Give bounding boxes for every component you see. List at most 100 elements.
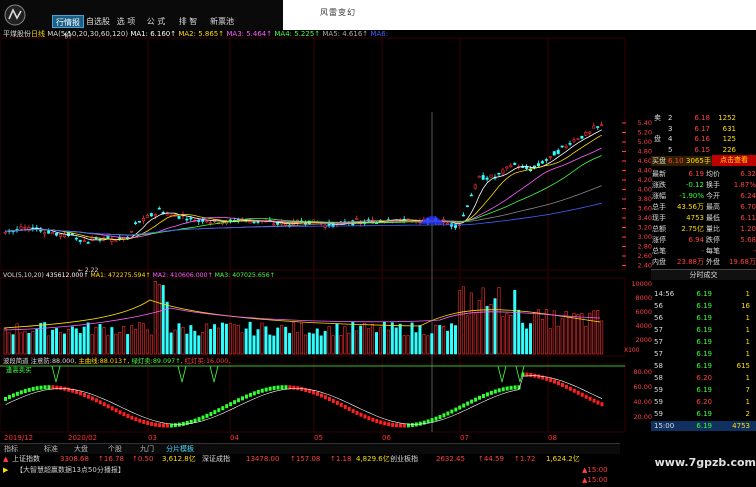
vol-ma1: MA1: 472275.594↑	[90, 272, 151, 279]
candle-body	[23, 226, 27, 229]
indicator-block	[205, 413, 209, 418]
volume-bar	[256, 329, 260, 355]
quote-value: 5.68	[740, 236, 756, 244]
volume-bar	[536, 309, 540, 355]
chart-canvas[interactable]: 5.40 5.205.00 4.804.60 4.404.20 4.003.80 3.60…	[0, 0, 756, 487]
volume-bar	[15, 323, 19, 355]
tick-volume: 615	[736, 362, 750, 370]
candle-body	[600, 124, 604, 127]
candle-body	[43, 232, 47, 235]
tick-price: 6.19	[696, 290, 712, 298]
volume-bar	[110, 327, 114, 355]
index1-name[interactable]: 上证指数	[12, 454, 40, 465]
quote-value: 1.87%	[733, 181, 756, 189]
volume-bar	[244, 328, 248, 355]
volume-bar	[564, 311, 568, 355]
indicator-block	[237, 398, 241, 403]
indicator-block	[280, 385, 284, 390]
indicator-block	[130, 415, 134, 420]
volume-tick-label: 4000	[635, 322, 652, 330]
indicator-block	[576, 390, 580, 395]
indicator-block	[268, 386, 272, 391]
candle-body	[580, 135, 584, 139]
index1-change: ↑16.78	[98, 455, 124, 463]
volume-bar	[220, 322, 224, 355]
volume-bar	[248, 321, 252, 355]
volume-bar	[513, 289, 517, 355]
index2-name[interactable]: 深证成指	[202, 454, 230, 465]
ask-price: 6.15	[694, 145, 710, 154]
tick-price: 6.19	[696, 422, 712, 430]
volume-bar	[102, 327, 106, 355]
quote-value: -1.90%	[679, 192, 704, 200]
indicator-block	[446, 411, 450, 416]
tick-time: 14:56	[654, 290, 675, 298]
volume-unit-label: X100	[624, 347, 640, 354]
ma-line	[5, 129, 602, 241]
news-text[interactable]: 【大智慧超赢数据13点50分播报】	[16, 465, 125, 476]
indicator-block	[588, 396, 592, 401]
date-label: 03	[148, 434, 157, 442]
volume-bar	[23, 330, 27, 355]
quote-value: -0.12	[685, 181, 704, 189]
indicator-block	[150, 421, 154, 426]
index1-value: 3308.68	[60, 455, 89, 463]
click-view-button[interactable]: 点击查看	[712, 155, 756, 166]
ask-level: 5	[668, 145, 673, 154]
candle-body	[588, 131, 592, 134]
quote-value: 19.68万	[728, 258, 756, 266]
date-label: 08	[548, 434, 557, 442]
ask-level: 2	[668, 114, 673, 122]
volume-bar	[422, 334, 426, 355]
volume-bar	[272, 335, 276, 355]
tick-list-header[interactable]: 分时成交	[651, 269, 756, 280]
volume-bar	[58, 332, 62, 355]
indicator-b-label: 主曲线:	[78, 357, 100, 365]
ask-price: 6.17	[694, 124, 710, 133]
index3-name[interactable]: 创业板指	[390, 454, 418, 465]
indicator-block	[466, 401, 470, 406]
volume-bar	[323, 330, 327, 355]
candle-body	[568, 143, 572, 145]
indicator-tick-label: 40.00	[633, 398, 652, 406]
tick-price: 6.20	[696, 374, 712, 382]
indicator-block	[173, 423, 177, 428]
candle-body	[51, 232, 55, 235]
volume-bar	[47, 335, 51, 355]
indicator-block	[146, 421, 150, 426]
tick-price: 6.19	[696, 302, 712, 310]
volume-bar	[469, 292, 473, 355]
volume-bar	[390, 322, 394, 355]
indicator-tick-label: 80.00	[633, 368, 652, 376]
tick-price: 6.19	[696, 410, 712, 418]
ask-volume: 631	[722, 124, 736, 133]
tick-time: 56	[654, 314, 663, 322]
volume-bar	[493, 298, 497, 355]
tick-time: 58	[654, 374, 663, 382]
candle-body	[185, 218, 189, 221]
volume-bar	[74, 328, 78, 355]
indicator-block	[410, 423, 414, 428]
news-bar[interactable]: ▶ 【大智慧超赢数据13点50分播报】	[0, 465, 620, 476]
indicator-block	[134, 417, 138, 422]
bottom-right-times: ▲15:00 ▲15:00	[582, 464, 622, 487]
indicator-block	[43, 385, 47, 390]
indicator-a-value: 88.000,	[51, 357, 77, 365]
candle-body	[284, 223, 288, 226]
vol-ma3: MA3: 407025.656↑	[214, 272, 275, 279]
indicator-block	[47, 385, 51, 390]
indicator-block	[572, 388, 576, 393]
volume-bar	[532, 312, 536, 355]
candle-body	[248, 221, 252, 224]
news-bullet-icon: ▶	[3, 466, 9, 474]
date-label: 2020/02	[68, 434, 98, 442]
candle-body	[497, 172, 501, 175]
price-tick-label: 3.40	[638, 214, 652, 222]
volume-bar	[43, 322, 47, 355]
quote-label: 最高	[706, 203, 720, 211]
volume-bar	[19, 332, 23, 355]
price-tick-label: 2.80	[638, 243, 652, 251]
volume-bar	[327, 325, 331, 355]
indicator-block	[430, 418, 434, 423]
sell-signal-marker	[497, 365, 507, 383]
